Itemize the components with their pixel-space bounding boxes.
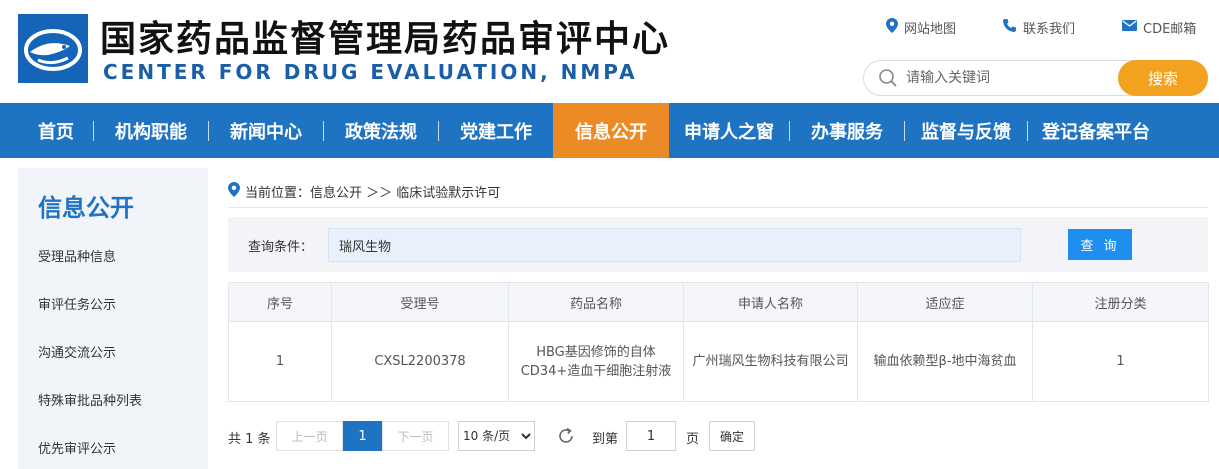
search-icon [878,68,898,92]
nav-item-registration[interactable]: 登记备案平台 [1028,103,1164,158]
location-pin-icon [886,17,898,37]
query-button[interactable]: 查 询 [1068,229,1132,260]
cell-applicant: 广州瑞风生物科技有限公司 [683,321,858,402]
nav-item-applicant[interactable]: 申请人之窗 [669,103,789,158]
site-header: 国家药品监督管理局药品审评中心 CENTER FOR DRUG EVALUATI… [0,0,1219,103]
page-unit-label: 页 [686,432,700,447]
sidebar: 信息公开 受理品种信息 审评任务公示 沟通交流公示 特殊审批品种列表 优先审评公… [18,168,208,469]
sidebar-item-review-tasks[interactable]: 审评任务公示 [38,294,116,313]
refresh-icon[interactable] [556,426,576,450]
page-size-select[interactable]: 10 条/页 [458,421,535,451]
column-header-accept-no: 受理号 [331,282,509,322]
column-header-drug-name: 药品名称 [508,282,684,322]
column-header-category: 注册分类 [1032,282,1209,322]
nav-item-home[interactable]: 首页 [19,103,93,158]
cell-indication: 输血依赖型β-地中海贫血 [857,321,1033,402]
contact-link[interactable]: 联系我们 [1002,17,1075,37]
goto-label: 到第 [592,432,619,447]
column-header-applicant: 申请人名称 [683,282,858,322]
sidebar-item-priority-review[interactable]: 优先审评公示 [38,438,116,457]
location-pin-icon [228,181,240,201]
site-subtitle: CENTER FOR DRUG EVALUATION, NMPA [103,60,638,84]
site-title: 国家药品监督管理局药品审评中心 [100,19,671,60]
search-button[interactable]: 搜索 [1118,60,1208,96]
sidebar-item-communication[interactable]: 沟通交流公示 [38,342,116,361]
nav-item-organization[interactable]: 机构职能 [94,103,208,158]
column-header-indication: 适应症 [857,282,1033,322]
table-header-row: 序号 受理号 药品名称 申请人名称 适应症 注册分类 [228,282,1209,322]
next-page-button[interactable]: 下一页 [382,421,449,451]
nav-item-policy[interactable]: 政策法规 [324,103,438,158]
table-row[interactable]: 1 CXSL2200378 HBG基因修饰的自体CD34+造血干细胞注射液 广州… [228,321,1209,402]
search-box: 搜索 [863,60,1208,96]
cell-accept-no: CXSL2200378 [331,321,509,402]
sitemap-link[interactable]: 网站地图 [886,17,956,37]
search-input[interactable] [906,67,1106,89]
nav-item-news[interactable]: 新闻中心 [209,103,323,158]
nav-item-feedback[interactable]: 监督与反馈 [905,103,1027,158]
cell-category: 1 [1032,321,1209,402]
goto-confirm-button[interactable]: 确定 [709,421,755,451]
phone-icon [1002,18,1017,37]
breadcrumb-divider [228,207,1208,208]
mail-icon [1122,19,1137,35]
query-panel: 查询条件： 查 询 [228,217,1208,272]
sidebar-item-accepted-varieties[interactable]: 受理品种信息 [38,246,116,265]
cde-logo[interactable] [18,14,88,83]
pagination: 共 1 条 上一页 1 下一页 10 条/页 到第 页 确定 [228,421,1208,451]
sidebar-item-special-approval[interactable]: 特殊审批品种列表 [38,390,142,409]
current-page-button[interactable]: 1 [343,421,382,451]
nav-item-services[interactable]: 办事服务 [790,103,904,158]
nav-item-party[interactable]: 党建工作 [439,103,553,158]
results-table: 序号 受理号 药品名称 申请人名称 适应症 注册分类 1 CXSL2200378… [228,282,1209,402]
query-input[interactable] [328,228,1021,262]
cell-index: 1 [228,321,332,402]
total-count: 共 1 条 [228,432,271,447]
mail-label: CDE邮箱 [1143,21,1197,37]
cell-drug-name: HBG基因修饰的自体CD34+造血干细胞注射液 [508,321,684,402]
goto-page-input[interactable] [626,421,676,451]
mail-link[interactable]: CDE邮箱 [1122,17,1196,37]
sitemap-label: 网站地图 [904,21,957,37]
breadcrumb-text: 当前位置：信息公开 ＞＞ 临床试验默示许可 [245,185,501,201]
contact-label: 联系我们 [1023,21,1076,37]
logo-icon [18,14,88,83]
main-nav: 首页 机构职能 新闻中心 政策法规 党建工作 信息公开 申请人之窗 办事服务 监… [0,103,1219,158]
prev-page-button[interactable]: 上一页 [276,421,343,451]
nav-item-info-disclosure[interactable]: 信息公开 [553,103,669,158]
query-label: 查询条件： [248,240,314,255]
sidebar-title: 信息公开 [38,194,134,222]
column-header-index: 序号 [228,282,332,322]
breadcrumb: 当前位置：信息公开 ＞＞ 临床试验默示许可 [228,181,500,201]
